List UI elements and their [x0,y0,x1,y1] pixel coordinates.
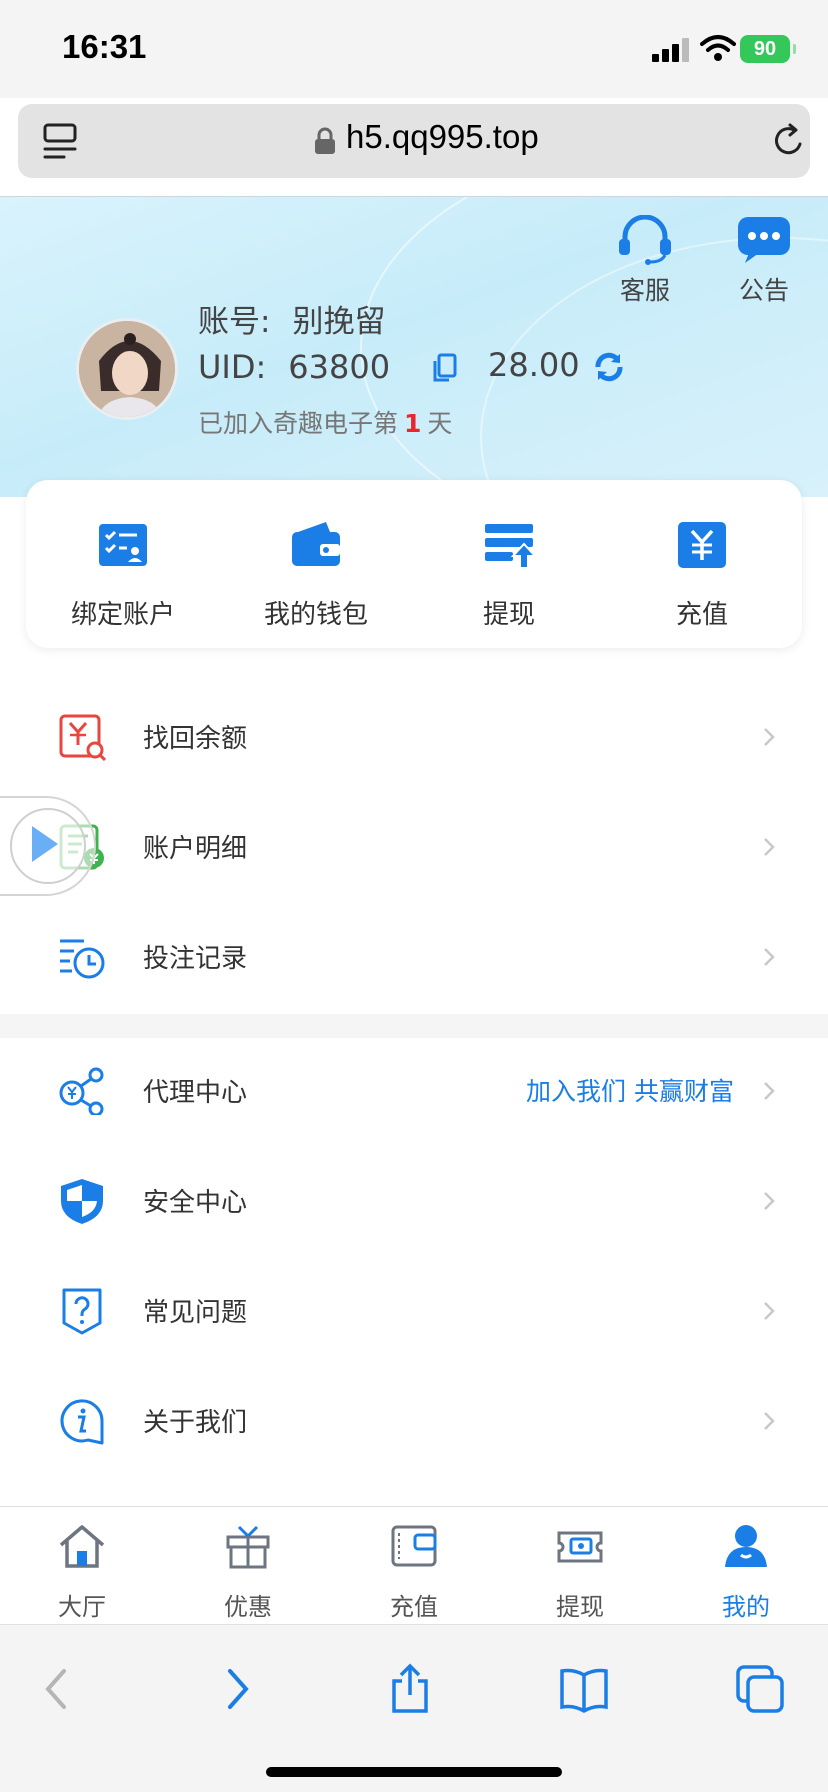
user-icon [725,1525,767,1567]
wallet-label: 我的钱包 [263,600,368,630]
lock-icon [315,127,335,154]
bind-account-button[interactable]: 绑定账户 [48,520,198,631]
status-bar: 16:31 90 [0,0,828,98]
account-row: 账号: 别挽留 [198,296,385,341]
address-bar[interactable]: h5.qq995.top [18,104,810,178]
menu-item-bet-record[interactable]: 投注记录 [0,902,828,1012]
chevron-right-icon [764,728,775,746]
account-name: 别挽留 [292,304,386,340]
withdraw-icon [485,524,538,569]
wallet-button[interactable]: 我的钱包 [241,520,391,631]
customer-service-button[interactable]: 客服 [615,214,675,307]
gift-icon [226,1525,270,1569]
withdraw-button[interactable]: 提现 [434,520,584,631]
section-gap [0,1014,828,1038]
chevron-right-icon [764,1302,775,1320]
tab-promotions[interactable]: 优惠 [188,1523,308,1622]
wifi-icon [700,35,736,61]
menu-item-account-detail[interactable]: 账户明细 [0,792,828,902]
menu-label: 代理中心 [143,1078,248,1108]
joined-days: 1 [404,409,422,438]
faq-icon [62,1288,102,1335]
headset-icon [619,214,671,265]
reload-icon[interactable] [770,122,808,160]
chevron-right-icon [764,1192,775,1210]
tab-label: 优惠 [224,1593,272,1621]
page: 16:31 90 h5.qq995.top 客服 公告 账号: 别挽留 UID:… [0,0,828,1792]
tab-label: 大厅 [58,1593,106,1621]
tabs-overview-icon[interactable] [734,1663,786,1715]
cash-out-icon [557,1531,603,1563]
joined-prefix: 已加入奇趣电子第 [198,409,399,438]
refresh-balance-icon[interactable] [592,350,626,384]
play-icon [32,826,58,862]
agent-center-icon [59,1067,104,1115]
customer-service-label: 客服 [619,276,670,305]
chevron-right-icon [764,1082,775,1100]
joined-days-text: 已加入奇趣电子第 1 天 [198,404,452,440]
chevron-right-icon [764,1412,775,1430]
menu-label: 常见问题 [143,1298,248,1328]
bookmarks-icon[interactable] [558,1663,610,1715]
deposit-icon [391,1525,437,1567]
uid-label: UID: [198,348,267,386]
menu-label: 投注记录 [143,944,248,974]
tab-deposit[interactable]: 充值 [354,1523,474,1622]
recharge-icon [678,522,726,568]
withdraw-label: 提现 [482,600,535,630]
joined-suffix: 天 [427,409,453,438]
wallet-icon [292,522,340,566]
recharge-label: 充值 [675,600,728,630]
bet-record-icon [60,939,105,979]
tabs-menu-icon[interactable] [42,122,78,160]
floating-play-button[interactable] [0,796,96,896]
uid-value: 63800 [288,348,391,386]
copy-icon[interactable] [430,352,458,384]
browser-toolbar [0,1624,828,1792]
battery-indicator: 90 [740,35,796,63]
tab-withdraw[interactable]: 提现 [520,1523,640,1622]
agent-promo-text: 加入我们 共赢财富 [526,1077,734,1106]
menu-label: 找回余额 [143,724,248,754]
bottom-tab-bar: 大厅 优惠 充值 提现 我的 [0,1506,828,1624]
menu-label: 关于我们 [143,1408,248,1438]
quick-actions-card: 绑定账户 我的钱包 提现 充值 [26,480,802,648]
battery-level: 90 [753,38,777,60]
menu-item-faq[interactable]: 常见问题 [0,1256,828,1366]
chevron-right-icon [764,838,775,856]
announcement-label: 公告 [738,276,789,305]
url-text[interactable]: h5.qq995.top [346,118,539,156]
uid-row: UID: 63800 [198,348,390,386]
tab-mine[interactable]: 我的 [686,1523,806,1622]
tab-label: 提现 [556,1593,604,1621]
tab-label: 充值 [390,1593,438,1621]
forward-icon[interactable] [210,1663,262,1715]
recharge-button[interactable]: 充值 [627,520,777,631]
home-indicator [266,1767,562,1777]
share-icon[interactable] [384,1663,436,1715]
bind-account-label: 绑定账户 [70,600,175,630]
chevron-right-icon [764,948,775,966]
balance-amount: 28.00 [488,346,580,384]
menu-item-recover-balance[interactable]: 找回余额 [0,682,828,792]
menu-item-agent-center[interactable]: 代理中心 加入我们 共赢财富 [0,1036,828,1146]
menu-label: 安全中心 [143,1188,248,1218]
status-time: 16:31 [62,28,147,65]
account-label: 账号: [198,304,271,340]
recover-balance-icon [59,714,106,761]
signal-icon [652,38,690,62]
back-icon[interactable] [32,1663,84,1715]
menu-label: 账户明细 [143,834,248,864]
menu-item-about-us[interactable]: 关于我们 [0,1366,828,1476]
menu-item-security-center[interactable]: 安全中心 [0,1146,828,1256]
tab-lobby[interactable]: 大厅 [22,1523,142,1622]
chat-bubble-icon [738,217,790,263]
avatar[interactable] [76,318,178,420]
announcement-button[interactable]: 公告 [733,215,795,307]
home-icon [59,1525,105,1568]
info-icon [60,1399,104,1445]
bind-account-icon [99,524,147,566]
shield-icon [61,1179,103,1224]
tab-label: 我的 [722,1593,770,1621]
